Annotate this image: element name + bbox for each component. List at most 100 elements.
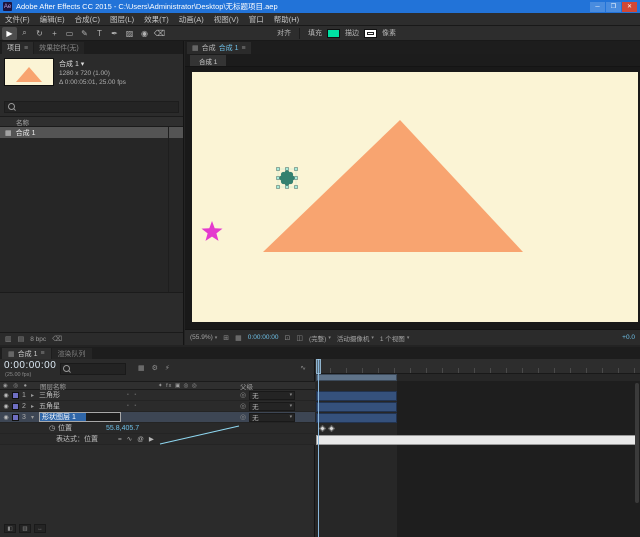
expression-language-icon[interactable]: ▶ — [149, 435, 154, 443]
expression-pickwhip-icon[interactable]: @ — [137, 436, 144, 443]
flower-shape-selected[interactable] — [276, 167, 298, 189]
eye-icon[interactable]: ◉ — [0, 414, 12, 421]
zoom-tool-icon[interactable]: ⌕ — [17, 27, 32, 40]
layer-row-3-selected[interactable]: ◉ 3 ▾ ◎ 无▾ — [0, 412, 315, 423]
stroke-color-swatch[interactable] — [364, 28, 377, 38]
layer-name[interactable]: 五角星 — [39, 401, 127, 411]
current-timecode[interactable]: 0:00:00:00 — [4, 360, 56, 371]
parent-dropdown[interactable]: 无 ▾ — [249, 401, 296, 411]
pen-tool-icon[interactable]: ✎ — [77, 27, 92, 40]
graph-editor-icon[interactable]: ∿ — [300, 364, 306, 372]
clone-stamp-tool-icon[interactable]: ▨ — [122, 27, 137, 40]
fill-color-swatch[interactable] — [327, 28, 340, 38]
expression-enable-icon[interactable]: = — [118, 436, 122, 443]
menu-edit[interactable]: 编辑(E) — [35, 14, 70, 25]
snapshot-icon[interactable]: ⊡ — [285, 334, 291, 342]
parent-pickwhip-icon[interactable]: ◎ — [240, 413, 246, 421]
layer-row-2[interactable]: ◉ 2 ▸ 五角星 ▪ ▪ ◎ 无 ▾ — [0, 401, 315, 412]
parent-pickwhip-icon[interactable]: ◎ — [240, 402, 246, 410]
star-shape[interactable] — [201, 221, 223, 241]
stroke-label[interactable]: 描边 — [345, 28, 359, 38]
comp-name[interactable]: 合成 1 ▾ — [59, 60, 126, 69]
label-color-chip[interactable] — [12, 402, 19, 410]
expression-row[interactable]: 表达式：位置 = ∿ @ ▶ — [0, 434, 315, 445]
layer-switches[interactable]: ▪ ▪ — [127, 392, 185, 398]
eye-icon[interactable]: ◉ — [0, 392, 12, 399]
new-folder-icon[interactable]: ▤ — [18, 335, 25, 343]
draft-3d-icon[interactable]: ⚙ — [152, 364, 158, 372]
timeline-scrollbar[interactable] — [635, 383, 639, 503]
layer-rename-input[interactable] — [39, 412, 121, 422]
twirl-icon[interactable]: ▾ — [31, 414, 39, 421]
switches-column-header[interactable]: ✦ fx ▣ ◎ ◎ — [158, 383, 240, 389]
tab-composition-viewer[interactable]: ▦ 合成 合成 1 ≡ — [187, 42, 251, 54]
tab-effect-controls[interactable]: 效果控件(无) — [34, 42, 84, 54]
minimize-button[interactable]: ─ — [590, 1, 605, 12]
timeline-track-area[interactable] — [315, 359, 640, 537]
trash-icon[interactable]: ⌫ — [52, 335, 62, 343]
keyframe-icon[interactable] — [318, 424, 327, 433]
twirl-icon[interactable]: ▸ — [31, 392, 39, 399]
selection-tool-icon[interactable]: ▶ — [2, 26, 17, 40]
layer-duration-bar-1[interactable] — [316, 391, 397, 401]
current-time-indicator[interactable] — [318, 359, 319, 537]
label-color-chip[interactable] — [12, 413, 19, 421]
zoom-dropdown[interactable]: (55.9%) ▾ — [190, 334, 217, 341]
work-area-bar[interactable] — [316, 374, 397, 381]
menu-view[interactable]: 视图(V) — [209, 14, 244, 25]
menu-composition[interactable]: 合成(C) — [70, 14, 105, 25]
property-name[interactable]: 位置 — [58, 423, 106, 433]
region-of-interest-icon[interactable]: ⊞ — [223, 334, 229, 342]
position-property-row[interactable]: ◷ 位置 55.8,405.7 — [0, 423, 315, 434]
comp-breadcrumb-tab[interactable]: 合成 1 — [190, 55, 227, 66]
expression-graph-icon[interactable]: ∿ — [127, 435, 132, 443]
menu-effect[interactable]: 效果(T) — [139, 14, 174, 25]
panel-menu-icon[interactable]: ≡ — [241, 45, 245, 52]
current-time-indicator-handle[interactable] — [316, 359, 321, 374]
parent-pickwhip-icon[interactable]: ◎ — [240, 391, 246, 399]
view-layout-dropdown[interactable]: 1 个视图 ▾ — [380, 333, 409, 343]
exposure-value[interactable]: +0.0 — [622, 334, 635, 341]
expression-text-field[interactable] — [316, 435, 637, 445]
position-value[interactable]: 55.8,405.7 — [106, 425, 139, 432]
label-color-chip[interactable] — [12, 391, 19, 399]
time-ruler[interactable] — [315, 359, 640, 374]
eraser-tool-icon[interactable]: ⌫ — [152, 27, 167, 40]
parent-dropdown[interactable]: 无 ▾ — [249, 412, 296, 422]
menu-help[interactable]: 帮助(H) — [269, 14, 304, 25]
tab-project[interactable]: 项目 ≡ — [2, 42, 34, 54]
project-item-comp1[interactable]: ▦ 合成 1 — [0, 127, 183, 138]
parent-column-header[interactable]: 父级 — [240, 381, 253, 391]
menu-window[interactable]: 窗口 — [244, 14, 269, 25]
menu-layer[interactable]: 图层(L) — [105, 14, 139, 25]
camera-dropdown[interactable]: 活动摄像机 ▾ — [337, 333, 374, 343]
expand-transfer-controls-icon[interactable]: ▥ — [19, 524, 31, 533]
keyframe-icon[interactable] — [327, 424, 336, 433]
interpret-footage-icon[interactable]: ▥ — [5, 335, 12, 343]
twirl-icon[interactable]: ▸ — [31, 403, 39, 410]
menu-animation[interactable]: 动画(A) — [174, 14, 209, 25]
project-bit-depth[interactable]: 8 bpc — [30, 336, 46, 343]
rotate-tool-icon[interactable]: ↻ — [32, 27, 47, 40]
timeline-search-field[interactable] — [60, 363, 126, 375]
viewer-timecode[interactable]: 0:00:00:00 — [248, 334, 279, 341]
stopwatch-icon[interactable]: ◷ — [46, 424, 58, 432]
channels-icon[interactable]: ◫ — [296, 334, 303, 342]
expand-in-out-icon[interactable]: ↔ — [34, 524, 46, 533]
layer-switches[interactable]: ▪ ▪ — [127, 403, 185, 409]
frame-blend-icon[interactable]: ⚡ — [165, 364, 170, 372]
tab-timeline-comp1[interactable]: ▦ 合成 1 ≡ — [2, 348, 51, 359]
close-button[interactable]: ✕ — [622, 1, 637, 12]
parent-dropdown[interactable]: 无 ▾ — [249, 390, 296, 400]
pan-tool-icon[interactable]: + — [47, 27, 62, 40]
layer-row-1[interactable]: ◉ 1 ▸ 三角形 ▪ ▪ ◎ 无 ▾ — [0, 390, 315, 401]
brush-tool-icon[interactable]: ✒ — [107, 27, 122, 40]
layer-duration-bar-3[interactable] — [316, 413, 397, 423]
composition-canvas[interactable] — [192, 72, 638, 322]
maximize-button[interactable]: ❐ — [606, 1, 621, 12]
name-column-header[interactable]: 名称 — [0, 116, 183, 127]
menu-file[interactable]: 文件(F) — [0, 14, 35, 25]
layer-name[interactable]: 三角形 — [39, 390, 127, 400]
layer-duration-bar-2[interactable] — [316, 402, 397, 412]
eye-icon[interactable]: ◉ — [0, 403, 12, 410]
